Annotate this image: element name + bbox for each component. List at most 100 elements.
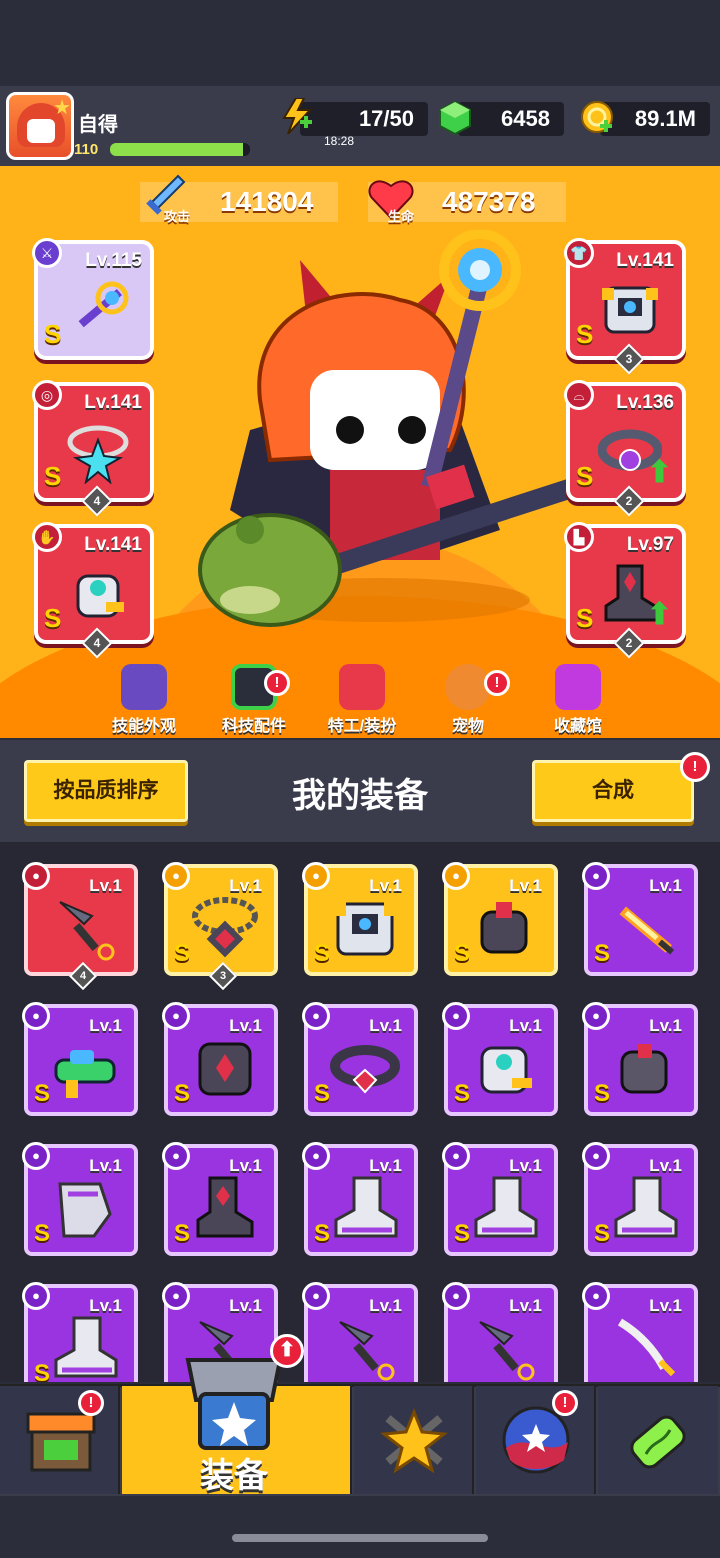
- inventory-item[interactable]: ● Lv.1: [442, 1282, 558, 1382]
- inventory-item[interactable]: ● Lv.1 S: [302, 862, 418, 976]
- inventory-item[interactable]: ● Lv.1 S: [582, 1002, 698, 1116]
- item-grade: S: [594, 1220, 611, 1247]
- my-equipment-title: 我的装备: [292, 777, 428, 815]
- submenu-agent-outfit[interactable]: 特工/装扮: [312, 664, 412, 736]
- upgrade-arrow-icon: ⬆: [646, 456, 672, 489]
- lightning-icon: [282, 98, 313, 134]
- item-slot-icon: ●: [442, 1142, 470, 1170]
- submenu-tech-parts[interactable]: 科技配件: [204, 664, 304, 736]
- green-gem-icon: [439, 100, 471, 136]
- item-level: Lv.1: [649, 1296, 682, 1315]
- tech-gauntlet-icon: [480, 1046, 532, 1094]
- inventory-item[interactable]: ● Lv.1 S: [582, 862, 698, 976]
- item-level: Lv.1: [509, 1296, 542, 1315]
- hero-character[interactable]: [190, 230, 580, 630]
- weapon-slot-icon: ⚔: [32, 238, 62, 268]
- submenu-collection[interactable]: 收藏馆: [528, 664, 628, 736]
- equipped-weapon-grade: S: [44, 319, 62, 349]
- nav-equipment-label: 装备: [200, 1457, 268, 1495]
- inventory-item[interactable]: ● Lv.1 S 3: [162, 862, 278, 991]
- equipped-belt-slot[interactable]: ⌓ Lv.136 S 2 ⬆: [564, 380, 686, 517]
- kunai-icon: [339, 1321, 395, 1381]
- gold-counter[interactable]: 89.1M: [600, 102, 710, 136]
- nav-skills[interactable]: [354, 1386, 474, 1494]
- item-level: Lv.1: [229, 876, 262, 895]
- inventory-item[interactable]: ● Lv.1: [582, 1282, 698, 1382]
- item-grade: S: [174, 1220, 191, 1247]
- robot-armor-icon: [332, 902, 398, 956]
- submenu-skill-skin[interactable]: 技能外观: [94, 664, 194, 736]
- item-stars: 4: [68, 961, 98, 991]
- item-grade: S: [34, 1360, 51, 1382]
- equipped-boots-slot[interactable]: ▙ Lv.97 S 2 ⬆: [564, 522, 686, 659]
- item-slot-icon: ●: [582, 1002, 610, 1030]
- energy-timer: 18:28: [324, 134, 355, 148]
- item-grade: S: [594, 1080, 611, 1107]
- inventory-item[interactable]: ● Lv.1 S: [302, 1002, 418, 1116]
- attack-stat: 攻击 141804: [140, 174, 338, 224]
- inventory-item[interactable]: ● Lv.1 S: [442, 862, 558, 976]
- inventory-item[interactable]: ● Lv.1 S: [22, 1002, 138, 1116]
- equipped-boots-grade: S: [576, 603, 594, 633]
- gem-value: 6458: [501, 106, 550, 131]
- necklace-slot-icon: ◎: [32, 380, 62, 410]
- item-level: Lv.1: [369, 1016, 402, 1035]
- item-slot-icon: ●: [582, 862, 610, 890]
- item-level: Lv.1: [89, 876, 122, 895]
- sort-by-quality-button[interactable]: 按品质排序: [24, 760, 188, 822]
- item-level: Lv.1: [89, 1016, 122, 1035]
- crossed-swords-star-icon: [380, 1407, 448, 1474]
- gem-counter[interactable]: 6458: [458, 102, 564, 136]
- collection-chest-icon: [555, 664, 601, 710]
- inventory-item[interactable]: ● Lv.1 S: [22, 1142, 138, 1256]
- attack-value: 141804: [220, 186, 314, 217]
- item-level: Lv.1: [89, 1296, 122, 1315]
- item-grade: S: [174, 1080, 191, 1107]
- merge-button[interactable]: 合成: [532, 760, 694, 822]
- hp-value: 487378: [442, 186, 536, 217]
- item-grade: S: [594, 940, 611, 967]
- item-slot-icon: ●: [442, 862, 470, 890]
- inventory-item[interactable]: ● Lv.1 S: [22, 1282, 138, 1382]
- item-slot-icon: ●: [162, 1142, 190, 1170]
- kunai-icon: [59, 901, 115, 961]
- inventory-item[interactable]: ● Lv.1: [302, 1282, 418, 1382]
- nav-talent[interactable]: [476, 1386, 596, 1494]
- katana-icon: [617, 1318, 676, 1377]
- item-grade: S: [454, 940, 471, 967]
- sneaker-icon: [334, 1176, 398, 1238]
- inventory-item[interactable]: ● Lv.1 S: [582, 1142, 698, 1256]
- player-name: 自得: [78, 114, 118, 136]
- equipped-gloves-slot[interactable]: ✋ Lv.141 S 4: [32, 522, 154, 659]
- item-slot-icon: ●: [162, 1282, 190, 1310]
- item-level: Lv.1: [509, 1016, 542, 1035]
- energy-counter[interactable]: 17/50: [300, 102, 428, 136]
- dark-armor-icon: [198, 1042, 252, 1096]
- sneaker-icon: [54, 1316, 118, 1378]
- inventory-item[interactable]: ● Lv.1 S: [442, 1002, 558, 1116]
- star-icon: ★: [53, 97, 71, 119]
- item-slot-icon: ●: [302, 1142, 330, 1170]
- item-level: Lv.1: [229, 1016, 262, 1035]
- inventory-item[interactable]: ● Lv.1 4: [22, 862, 138, 991]
- nav-gene[interactable]: [598, 1386, 718, 1494]
- equipped-armor-slot[interactable]: 👕 Lv.141 S 3: [564, 238, 686, 375]
- inventory-item[interactable]: ● Lv.1 S: [162, 1142, 278, 1256]
- skill-skin-icon: [121, 664, 167, 710]
- equipped-belt-level: Lv.136: [616, 392, 674, 413]
- inventory-item[interactable]: ● Lv.1 S: [162, 1002, 278, 1116]
- item-level: Lv.1: [369, 1296, 402, 1315]
- belt-slot-icon: ⌓: [564, 380, 594, 410]
- item-slot-icon: ●: [22, 1142, 50, 1170]
- inventory-item[interactable]: ● Lv.1 S: [302, 1142, 418, 1256]
- equipped-weapon-slot[interactable]: ⚔ Lv.115 S: [32, 238, 154, 360]
- armor-slot-icon: 👕: [564, 238, 594, 268]
- inventory-item[interactable]: ● Lv.1 S: [442, 1142, 558, 1256]
- sneaker-icon: [474, 1176, 538, 1238]
- energy-value: 17/50: [358, 106, 414, 131]
- gold-coin-icon: [581, 101, 613, 133]
- gold-value: 89.1M: [634, 106, 696, 131]
- player-avatar[interactable]: ★: [6, 92, 74, 160]
- item-grade: S: [34, 1220, 51, 1247]
- equipped-necklace-slot[interactable]: ◎ Lv.141 S 4: [32, 380, 154, 517]
